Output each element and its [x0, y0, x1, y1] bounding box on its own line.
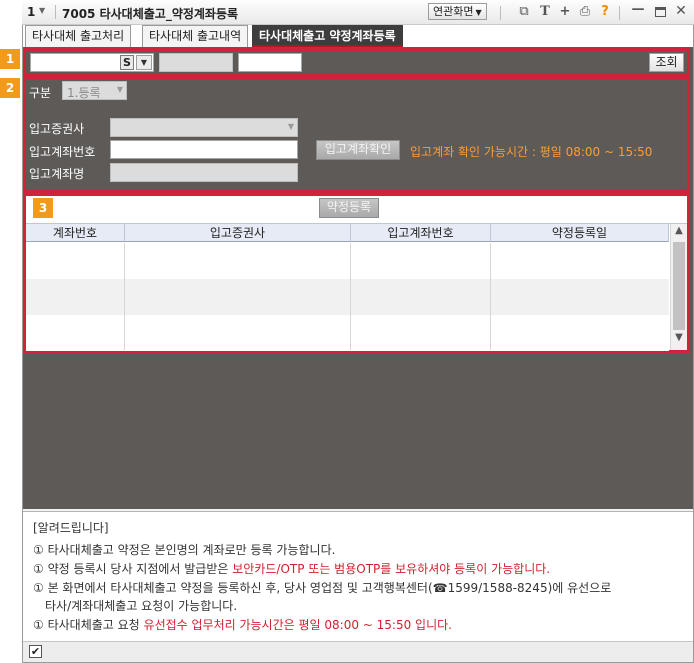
related-screen-label: 연관화면	[433, 5, 474, 18]
scrollbar-thumb[interactable]	[673, 242, 685, 330]
title-bar: 1 ▼ 7005 타사대체출고_약정계좌등록 연관화면 ▼ ⧉ T + ⎙ ? —…	[22, 0, 694, 25]
print-icon[interactable]: ⎙	[578, 5, 592, 19]
notice-line: ① 본 화면에서 타사대체출고 약정을 등록하신 후, 당사 영업점 및 고객행…	[33, 581, 612, 595]
account-number-label: 입고계좌번호	[29, 145, 96, 159]
registered-accounts-table: 계좌번호 입고증권사 입고계좌번호 약정등록일 ▲ ▼	[26, 223, 687, 351]
notice-heading: [알려드립니다]	[33, 521, 109, 535]
category-value: 1.등록	[67, 86, 101, 100]
tab-transfer-history[interactable]: 타사대체 출고내역	[142, 25, 249, 47]
notice-line: ① 약정 등록시 당사 지점에서 발급받은 보안카드/OTP 또는 범용OTP를…	[33, 560, 550, 577]
column-header[interactable]: 입고증권사	[125, 224, 351, 242]
account-name-label: 입고계좌명	[29, 167, 85, 181]
related-screen-button[interactable]: 연관화면 ▼	[428, 3, 487, 20]
notice-line: ① 타사대체출고 요청 유선접수 업무처리 가능시간은 평일 08:00 ~ 1…	[33, 616, 452, 633]
maximize-icon[interactable]	[655, 7, 666, 17]
category-label: 구분	[29, 86, 52, 100]
chevron-down-icon[interactable]: ▼	[39, 6, 45, 15]
column-header[interactable]: 약정등록일	[491, 224, 669, 242]
account-type-s[interactable]: S	[120, 55, 134, 70]
category-select[interactable]: 1.등록 ▼	[62, 81, 127, 100]
section-2-badge: 2	[0, 78, 20, 98]
bottom-bar: ✔	[23, 641, 693, 662]
notice-text: ① 약정 등록시 당사 지점에서 발급받은	[33, 562, 233, 576]
column-header[interactable]: 계좌번호	[26, 224, 125, 242]
register-button[interactable]: 약정등록	[319, 198, 379, 218]
confirm-hours-hint: 입고계좌 확인 가능시간 : 평일 08:00 ~ 15:50	[410, 145, 653, 159]
window-title: 7005 타사대체출고_약정계좌등록	[62, 7, 239, 21]
tab-transfer-process[interactable]: 타사대체 출고처리	[25, 25, 132, 47]
close-icon[interactable]: ✕	[674, 4, 688, 18]
help-icon[interactable]: ?	[598, 5, 612, 19]
account-number-input[interactable]	[110, 140, 298, 159]
scroll-down-icon[interactable]: ▼	[671, 332, 687, 348]
confirm-account-button[interactable]: 입고계좌확인	[316, 140, 400, 160]
notice-highlight: 유선접수 업무처리 가능시간은 평일 08:00 ~ 15:50 입니다.	[143, 618, 452, 632]
chevron-down-icon: ▼	[287, 122, 294, 131]
broker-label: 입고증권사	[29, 122, 85, 136]
notice-line: 타사/계좌대체출고 요청이 가능합니다.	[45, 599, 238, 613]
chevron-down-icon[interactable]: ▼	[136, 55, 152, 70]
window-link-icon[interactable]: ⧉	[517, 5, 531, 19]
tab-account-registration[interactable]: 타사대체출고 약정계좌등록	[252, 25, 403, 47]
notice-panel: [알려드립니다] ① 타사대체출고 약정은 본인명의 계좌로만 등록 가능합니다…	[23, 511, 693, 641]
account-name-display	[110, 163, 298, 182]
text-icon[interactable]: T	[538, 5, 552, 19]
screen-number[interactable]: 1	[27, 5, 35, 19]
column-divider	[26, 243, 125, 350]
notice-text: ① 타사대체출고 요청	[33, 618, 144, 632]
account-name-field[interactable]	[238, 53, 302, 72]
checkbox-check-icon[interactable]: ✔	[29, 645, 42, 658]
notice-line: ① 타사대체출고 약정은 본인명의 계좌로만 등록 가능합니다.	[33, 543, 336, 557]
minimize-icon[interactable]: —	[631, 3, 645, 17]
broker-select[interactable]: ▼	[110, 118, 298, 137]
chevron-down-icon: ▼	[116, 85, 123, 94]
column-divider	[351, 243, 491, 350]
main-panel: 1 S ▼ 조회 2 구분 1.등록 ▼ 입고증권사 ▼ 입고계좌번호 입고계좌…	[0, 47, 693, 509]
tab-bar: 타사대체 출고처리 타사대체 출고내역 타사대체출고 약정계좌등록	[23, 25, 693, 47]
section-1-badge: 1	[0, 49, 20, 69]
account-password-field	[159, 53, 233, 72]
column-divider	[125, 243, 351, 350]
column-header[interactable]: 입고계좌번호	[351, 224, 491, 242]
separator	[500, 6, 501, 20]
notice-highlight: 보안카드/OTP 또는 범용OTP를 보유하셔야 등록이 가능합니다.	[232, 562, 551, 576]
chevron-down-icon: ▼	[475, 8, 482, 17]
vertical-scrollbar[interactable]: ▲ ▼	[670, 224, 687, 350]
query-button[interactable]: 조회	[649, 53, 684, 72]
separator	[619, 6, 620, 20]
section-3-badge: 3	[33, 198, 53, 218]
scroll-up-icon[interactable]: ▲	[671, 225, 687, 241]
plus-icon[interactable]: +	[558, 5, 572, 19]
separator	[55, 5, 56, 19]
